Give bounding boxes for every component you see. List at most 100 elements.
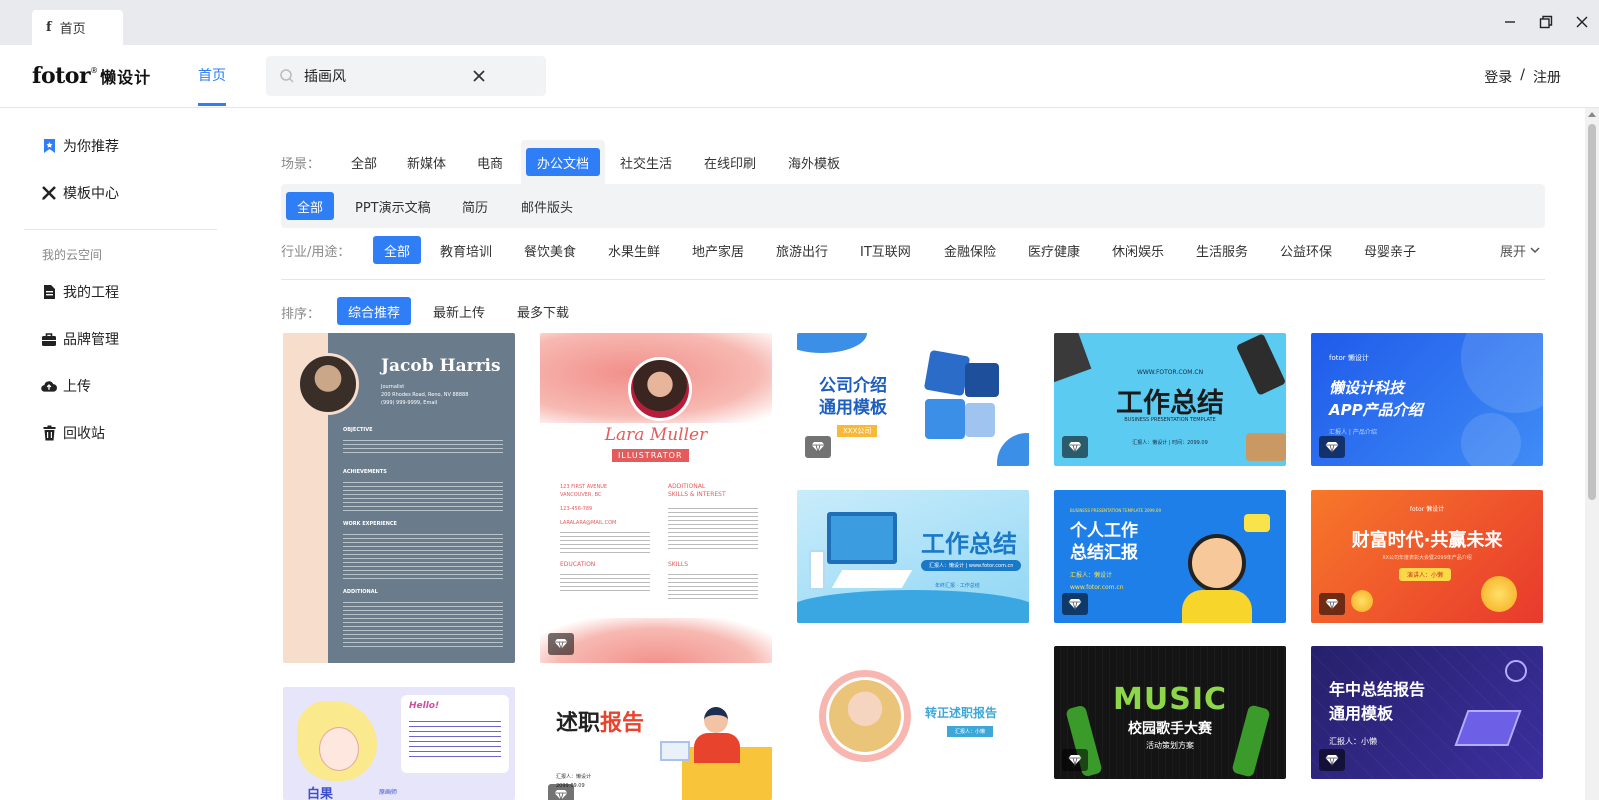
sidebar-item-brand[interactable]: 品牌管理	[41, 327, 119, 351]
resume-address: 200 Rhodes Road, Reno, NV 88888	[381, 392, 469, 398]
logo-subtitle: 懒设计	[100, 68, 152, 87]
sort-chip-active[interactable]: 综合推荐	[337, 297, 412, 325]
card-subtitle: BUSINESS PRESENTATION TEMPLATE	[1124, 417, 1216, 423]
card-name: 白果	[307, 787, 334, 800]
template-card-work-summary-2[interactable]: 工作总结 汇报人：懒设计 | www.fotor.com.cn 年终汇报 · 工…	[797, 490, 1029, 623]
scrollbar-thumb[interactable]	[1588, 124, 1596, 500]
industry-chip[interactable]: IT互联网	[849, 236, 922, 264]
close-icon	[1576, 16, 1588, 28]
template-card-company-intro[interactable]: 公司介绍 通用模板 XXX公司	[797, 333, 1029, 466]
diamond-icon	[1325, 442, 1339, 453]
expand-button[interactable]: 展开	[1500, 241, 1540, 260]
subcategory-chip[interactable]: 简历	[451, 192, 499, 220]
template-card-illustration-resume[interactable]: Hello! 白果 原画师	[283, 687, 515, 800]
sidebar-item-recommend[interactable]: 为你推荐	[41, 134, 119, 158]
sidebar-item-upload[interactable]: 上传	[41, 374, 91, 398]
resume-address: VANCOUVER, BC	[560, 492, 602, 498]
card-subtitle: 年终汇报 · 工作总结	[935, 583, 980, 589]
puzzle-piece	[923, 349, 971, 397]
sidebar-item-template-center[interactable]: 模板中心	[41, 181, 119, 205]
sort-chip[interactable]: 最新上传	[422, 297, 496, 325]
register-link[interactable]: 注册	[1533, 67, 1561, 87]
clear-search-icon[interactable]	[471, 68, 487, 84]
industry-chip[interactable]: 休闲娱乐	[1101, 236, 1175, 264]
sidebar-item-trash[interactable]: 回收站	[41, 421, 105, 445]
template-card-wealth-era[interactable]: fotor 懒设计 财富时代·共赢未来 XX公司年度表彰大会暨2099年产品介绍…	[1311, 490, 1543, 623]
template-card-resume-lara[interactable]: Lara Muller ILLUSTRATOR 123 FIRST AVENUE…	[540, 333, 772, 663]
diamond-icon	[1068, 599, 1082, 610]
scene-chip[interactable]: 新媒体	[396, 148, 457, 176]
template-card-work-summary[interactable]: WWW.FOTOR.COM.CN 工作总结 BUSINESS PRESENTAT…	[1054, 333, 1286, 466]
restore-button[interactable]	[1531, 8, 1561, 36]
decor-person-head	[704, 707, 728, 733]
resume-email: LARALARA@MAIL.COM	[560, 520, 617, 526]
resume-skills-title: ADDITIONAL SKILLS & INTEREST	[668, 483, 726, 499]
decor-laptop	[660, 741, 690, 761]
resume-phone: 123-456-789	[560, 506, 593, 512]
fotor-logo[interactable]: fotor ® 懒设计	[32, 63, 151, 93]
template-card-app-intro[interactable]: fotor 懒设计 懒设计科技 APP产品介绍 汇报人 | 产品介绍	[1311, 333, 1543, 466]
search-bar[interactable]	[266, 56, 546, 96]
decor-person-body	[694, 733, 740, 763]
industry-chip[interactable]: 餐饮美食	[513, 236, 587, 264]
sort-chip[interactable]: 最多下载	[506, 297, 580, 325]
card-title: 转正述职报告	[925, 706, 998, 720]
template-card-personal-summary[interactable]: BUSINESS PRESENTATION TEMPLATE 2099.09 个…	[1054, 490, 1286, 623]
decor-coin	[1351, 590, 1373, 612]
resume-section-heading: WORK EXPERIENCE	[343, 521, 397, 527]
browser-tab[interactable]: f 首页	[32, 10, 123, 45]
resume-text-lines	[668, 571, 758, 599]
industry-chip[interactable]: 水果生鲜	[597, 236, 671, 264]
card-reporter: 汇报人：懒设计 | www.fotor.com.cn	[921, 560, 1022, 571]
nav-home-link[interactable]: 首页	[198, 65, 226, 85]
premium-badge	[1319, 749, 1345, 771]
template-card-regular-report[interactable]: 转正述职报告 汇报人：小懒	[797, 646, 1029, 779]
card-title-line: 懒设计科技	[1329, 379, 1405, 397]
industry-chip[interactable]: 教育培训	[429, 236, 503, 264]
scene-chip[interactable]: 社交生活	[609, 148, 683, 176]
login-link[interactable]: 登录	[1484, 67, 1512, 87]
scene-chip[interactable]: 在线印刷	[693, 148, 767, 176]
scene-chip-active[interactable]: 办公文档	[526, 148, 601, 176]
industry-chip[interactable]: 医疗健康	[1017, 236, 1091, 264]
subcategory-chip[interactable]: 邮件版头	[510, 192, 584, 220]
vertical-scrollbar[interactable]	[1585, 108, 1599, 800]
card-subtitle: 汇报人 | 产品介绍	[1329, 429, 1377, 436]
subcategory-chip[interactable]: PPT演示文稿	[344, 192, 442, 220]
template-card-work-report[interactable]: 述职报告 汇报人：懒设计 2099.09.09	[540, 687, 772, 800]
decor-tower	[809, 550, 825, 590]
sidebar-item-my-projects[interactable]: 我的工程	[41, 280, 119, 304]
close-window-button[interactable]	[1567, 8, 1597, 36]
card-title: 工作总结	[1116, 388, 1224, 419]
template-card-music[interactable]: MUSIC 校园歌手大赛 活动策划方案	[1054, 646, 1286, 779]
auth-separator: /	[1520, 67, 1525, 83]
minimize-button[interactable]	[1495, 8, 1525, 36]
minimize-icon	[1505, 21, 1515, 23]
resume-photo	[297, 353, 359, 415]
card-reporter: 汇报人：懒设计 | 时间：2099.09	[1132, 440, 1208, 446]
industry-chip[interactable]: 地产家居	[681, 236, 755, 264]
decor-circle	[1461, 413, 1521, 466]
subcategory-chip-active[interactable]: 全部	[286, 192, 335, 220]
industry-chip[interactable]: 母婴亲子	[1353, 236, 1427, 264]
bookmark-star-icon	[41, 138, 57, 154]
scene-chip[interactable]: 海外模板	[777, 148, 851, 176]
scene-chip[interactable]: 全部	[340, 148, 388, 176]
scene-chip[interactable]: 电商	[466, 148, 514, 176]
card-title-line: APP产品介绍	[1329, 401, 1423, 419]
window-titlebar: f 首页	[0, 0, 1599, 45]
industry-chip[interactable]: 旅游出行	[765, 236, 839, 264]
search-input[interactable]	[304, 68, 474, 84]
industry-chip[interactable]: 金融保险	[933, 236, 1007, 264]
card-brand: fotor 懒设计	[1329, 354, 1369, 362]
decor-circle	[1461, 333, 1543, 413]
template-card-midyear[interactable]: 年中总结报告 通用模板 汇报人：小懒	[1311, 646, 1543, 779]
decor-monitor	[827, 512, 897, 564]
industry-chip[interactable]: 生活服务	[1185, 236, 1259, 264]
card-title: 工作总结	[921, 530, 1017, 558]
industry-chip[interactable]: 公益环保	[1269, 236, 1343, 264]
industry-chip-active[interactable]: 全部	[373, 236, 422, 264]
template-card-resume-jacob[interactable]: Jacob Harris Journalist 200 Rhodes Road,…	[283, 333, 515, 663]
premium-badge	[548, 784, 574, 800]
scroll-up-arrow-icon[interactable]	[1588, 112, 1596, 117]
